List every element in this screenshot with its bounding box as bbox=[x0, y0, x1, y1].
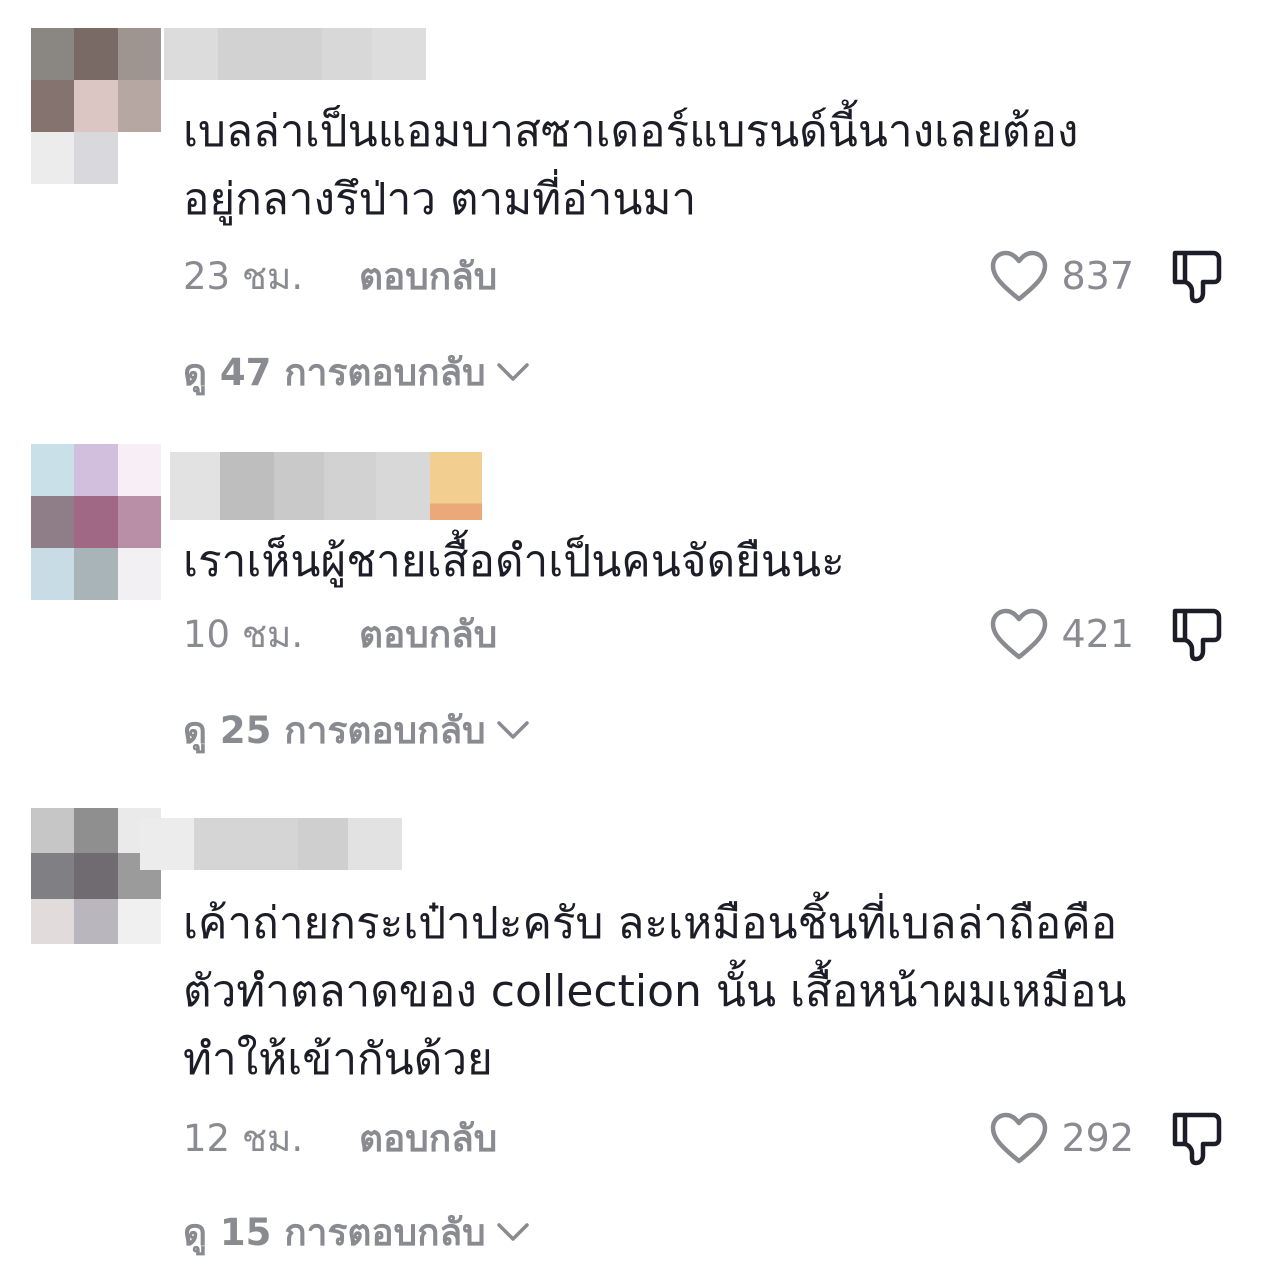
comment-item: เค้าถ่ายกระเป๋าปะครับ ละเหมือนชิ้นที่เบล… bbox=[0, 0, 1280, 1284]
view-replies-label: ดู 15 การตอบกลับ bbox=[183, 1210, 486, 1254]
like-count: 292 bbox=[1061, 1116, 1134, 1160]
comment-time: 12 ชม. bbox=[183, 1116, 304, 1160]
thumbs-down-outline-icon[interactable] bbox=[1169, 1109, 1227, 1167]
username-blurred[interactable] bbox=[140, 818, 402, 870]
comment-actions: 12 ชม. ตอบกลับ 292 bbox=[183, 1110, 1240, 1166]
view-replies-button[interactable]: ดู 15 การตอบกลับ bbox=[183, 1206, 530, 1258]
like-button[interactable]: 292 bbox=[989, 1111, 1134, 1165]
heart-outline-icon bbox=[991, 1112, 1048, 1164]
chevron-down-icon bbox=[496, 1223, 529, 1241]
comment-text: เค้าถ่ายกระเป๋าปะครับ ละเหมือนชิ้นที่เบล… bbox=[183, 898, 1127, 1085]
reply-button[interactable]: ตอบกลับ bbox=[359, 1109, 497, 1168]
